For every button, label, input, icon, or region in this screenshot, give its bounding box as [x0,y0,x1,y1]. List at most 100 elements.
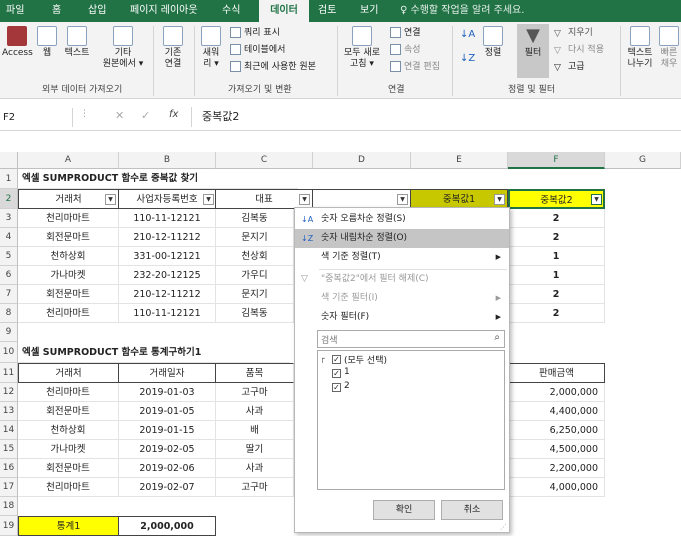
cell-c[interactable]: 사과 [216,459,294,478]
cell-f[interactable]: 2 [508,285,605,304]
row-header[interactable]: 17 [0,478,18,497]
resize-grip-icon[interactable]: ⋰ [500,523,507,531]
sort-descending-item[interactable]: ↓Z 숫자 내림차순 정렬(O) [295,229,509,248]
cell-b[interactable]: 331-00-12121 [119,247,216,266]
value-1-checkbox[interactable]: ✓ [332,369,341,378]
header-cell-c[interactable]: 품목 [216,363,294,383]
text-to-columns-button[interactable]: 텍스트 나누기 [624,26,656,70]
cell-f[interactable]: 2 [508,304,605,323]
formula-input[interactable]: 중복값2 [202,108,239,124]
number-filter-item[interactable]: 숫자 필터(F) ▶ [295,308,509,327]
cell-a[interactable]: 천리마마트 [18,304,119,323]
value-2-checkbox[interactable]: ✓ [332,383,341,392]
cell-c[interactable]: 김복동 [216,304,294,323]
cell-b[interactable]: 2019-01-15 [119,421,216,440]
row-header[interactable]: 8 [0,304,18,323]
row-header[interactable]: 16 [0,459,18,478]
cell-c[interactable]: 사과 [216,402,294,421]
col-header-a[interactable]: A [18,152,119,169]
col-header-g[interactable]: G [605,152,681,169]
sort-za-icon[interactable]: ↓Z [460,52,475,66]
advanced-button[interactable]: ▽ 고급 [554,60,585,74]
row-header[interactable]: 15 [0,440,18,459]
tab-formulas[interactable]: 수식 [222,0,248,22]
access-button[interactable]: Access [2,26,33,59]
row-header[interactable]: 5 [0,247,18,266]
tab-insert[interactable]: 삽입 [88,0,116,22]
cell-a[interactable]: 회전문마트 [18,459,119,478]
row-header[interactable]: 1 [0,169,18,189]
reapply-button[interactable]: ▽ 다시 적용 [554,43,604,57]
tab-page-layout[interactable]: 페이지 레이아웃 [130,0,208,22]
header-cell-b[interactable]: 사업자등록번호 [119,189,216,209]
col-header-c[interactable]: C [216,152,313,169]
cell-a[interactable]: 천하상회 [18,247,119,266]
cell-f[interactable]: 2 [508,228,605,247]
name-box[interactable]: F2 [3,108,73,127]
tab-review[interactable]: 검토 [318,0,344,22]
enter-icon[interactable]: ✓ [141,109,150,122]
cell-b[interactable]: 210-12-11212 [119,228,216,247]
cell-c[interactable]: 고구마 [216,478,294,497]
cell-b[interactable]: 110-11-12121 [119,209,216,228]
cell-c[interactable]: 배 [216,421,294,440]
cell-a[interactable]: 천리마마트 [18,478,119,497]
cell-a[interactable]: 천리마마트 [18,383,119,402]
filter-dropdown-icon[interactable]: ▼ [397,194,408,205]
select-all-corner[interactable] [0,152,18,169]
filter-dropdown-icon[interactable]: ▼ [105,194,116,205]
sort-by-color-item[interactable]: 색 기준 정렬(T) ▶ [295,248,509,267]
cell-a[interactable]: 천하상회 [18,421,119,440]
cell-b[interactable]: 2019-02-05 [119,440,216,459]
cancel-button[interactable]: 취소 [441,500,503,520]
clear-filter-item[interactable]: ▽ "중복값2"에서 필터 해제(C) [295,270,509,289]
cell-c[interactable]: 고구마 [216,383,294,402]
select-all-checkbox[interactable]: ✓ [332,355,341,364]
cell-c[interactable]: 김복동 [216,209,294,228]
cell-a[interactable]: 천리마마트 [18,209,119,228]
cell-a[interactable]: 가나마켓 [18,266,119,285]
active-filter-dropdown-icon[interactable]: ▼ [591,194,602,205]
filter-search-box[interactable]: 검색 ⌕ [317,330,505,348]
filter-button[interactable]: ▼ 필터 [517,24,549,78]
existing-connections-button[interactable]: 기존 연결 [158,26,188,70]
properties-button[interactable]: 속성 [390,43,421,57]
show-queries-button[interactable]: 쿼리 표시 [230,26,280,40]
refresh-all-button[interactable]: 모두 새로 고침 ▾ [340,26,384,70]
cell-a[interactable]: 회전문마트 [18,285,119,304]
cell-b[interactable]: 110-11-12121 [119,304,216,323]
cell-f[interactable]: 4,500,000 [508,440,605,459]
row-header[interactable]: 18 [0,497,18,516]
cell-b[interactable]: 2019-01-03 [119,383,216,402]
cell-b[interactable]: 2019-02-06 [119,459,216,478]
stat-label-cell[interactable]: 통계1 [18,516,119,536]
cell-c[interactable]: 천상회 [216,247,294,266]
filter-dropdown-icon[interactable]: ▼ [299,194,310,205]
cell-b[interactable]: 210-12-11212 [119,285,216,304]
connections-button[interactable]: 연결 [390,26,421,40]
header-cell-a[interactable]: 거래처 [18,363,119,383]
cell-f[interactable]: 2,000,000 [508,383,605,402]
ok-button[interactable]: 확인 [373,500,435,520]
header-cell-f[interactable]: 판매금액 [508,363,605,383]
tell-me-box[interactable]: ♀ 수행할 작업을 알려 주세요. [400,0,560,22]
col-header-d[interactable]: D [313,152,411,169]
row-header[interactable]: 2 [0,189,18,209]
cell-a[interactable]: 가나마켓 [18,440,119,459]
cell-f[interactable]: 1 [508,247,605,266]
cell-c[interactable]: 문지기 [216,285,294,304]
row-header[interactable]: 7 [0,285,18,304]
row-header[interactable]: 11 [0,363,18,383]
text-button[interactable]: 텍스트 [62,26,92,59]
cell-f[interactable]: 4,400,000 [508,402,605,421]
row-header[interactable]: 6 [0,266,18,285]
cell-f[interactable]: 1 [508,266,605,285]
flash-fill-button[interactable]: 빠른 채우 [658,26,680,70]
cell-c[interactable]: 딸기 [216,440,294,459]
from-table-button[interactable]: 테이블에서 [230,43,285,57]
row-header[interactable]: 3 [0,209,18,228]
row-header[interactable]: 9 [0,323,18,342]
cell-a[interactable]: 회전문마트 [18,402,119,421]
web-button[interactable]: 웹 [36,26,58,59]
other-sources-button[interactable]: 기타 원본에서 ▾ [98,26,148,70]
